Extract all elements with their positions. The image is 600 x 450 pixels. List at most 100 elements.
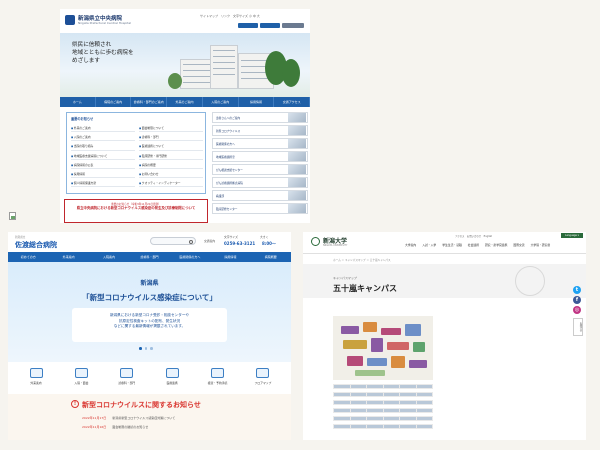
hours: 8:00〜 <box>262 241 276 246</box>
facebook-icon[interactable]: f <box>573 296 581 304</box>
list-item[interactable]: 地域医療支援病院について <box>71 152 135 160</box>
nav-item[interactable]: 社会連携 <box>468 243 479 247</box>
slider-dot[interactable] <box>144 347 147 350</box>
nav-item[interactable]: 診療科・部門のご案内 <box>131 97 168 107</box>
search-input[interactable] <box>150 237 196 245</box>
side-link[interactable]: 臨床研修センター <box>212 203 308 214</box>
university-site-screenshot: 新潟大学 NIIGATA UNIVERSITY アクセス お問い合わせ Engl… <box>303 232 586 440</box>
list-item[interactable]: クオリティ・インディケーター <box>139 179 203 188</box>
phone-number[interactable]: 0259-63-3121 <box>224 241 255 246</box>
quick-link[interactable]: 検査・予約手続 <box>200 368 236 385</box>
news-item[interactable]: 2022年11月16日 面会制限の継続のお知らせ <box>82 425 148 429</box>
hospital-site-screenshot-sado: 新潟県立 佐渡総合病院 交通案内 文字サイズ 0259-63-3121 大きく … <box>8 232 291 440</box>
quick-link[interactable]: 医療連携 <box>154 368 190 385</box>
site-header: 新潟県立中央病院 Niigata Prefectural Central Hos… <box>60 9 310 33</box>
search-icon[interactable] <box>189 239 193 244</box>
hero-message: 県民に信頼され 地域とともに歩む病院を めざします <box>72 42 134 64</box>
list-item[interactable]: 面会制限について <box>139 124 203 133</box>
nav-item[interactable]: 大学院・研究者 <box>531 243 551 247</box>
map-legend-row <box>333 400 433 405</box>
site-subtitle: Niigata Prefectural Central Hospital <box>78 21 131 25</box>
hero-description: 新潟県における新型コロナ受診・相談センターや 抗原定性検査キットの配布、発生状況… <box>72 308 227 342</box>
util-button-2[interactable] <box>260 23 280 28</box>
nav-item[interactable]: 医療関係の方へ <box>170 252 210 262</box>
font-size-large[interactable]: 大きく <box>260 235 268 239</box>
quick-link[interactable]: フロアマップ <box>245 368 281 385</box>
list-item[interactable]: お問い合わせ <box>139 170 203 179</box>
nav-item[interactable]: 外来のご案内 <box>167 97 203 107</box>
link-grid: 外来のご案内 面会制限について 入院のご案内 診療科・部門 当院の取り組み 医療… <box>71 124 203 188</box>
list-item[interactable]: 医療連携について <box>139 142 203 151</box>
slider-dot[interactable] <box>150 347 153 350</box>
nav-item[interactable]: 診療科・部門 <box>129 252 169 262</box>
page-title: 五十嵐キャンパス <box>333 284 397 293</box>
list-item[interactable]: 採用情報 <box>71 170 135 179</box>
list-item[interactable]: 臨床研修・専門研修 <box>139 152 203 160</box>
twitter-icon[interactable]: t <box>573 286 581 294</box>
side-link[interactable]: 患者さんへのご案内 <box>212 112 308 123</box>
nav-item[interactable]: 学生生活・就職 <box>442 243 462 247</box>
department-icon <box>120 368 134 378</box>
list-item[interactable]: 診療科・部門 <box>139 133 203 142</box>
top-links[interactable]: サイトマップ リンク 文字サイズ 小 中 大 <box>200 14 260 18</box>
nav-item[interactable]: 入院のご案内 <box>203 97 239 107</box>
side-link[interactable]: 新型コロナウイルス <box>212 125 308 136</box>
top-links[interactable]: アクセス お問い合わせ English <box>455 234 492 238</box>
quick-link[interactable]: 診療科・部門 <box>109 368 145 385</box>
list-item[interactable]: 外来のご案内 <box>71 124 135 133</box>
hero-title: 「新型コロナウイルス感染症について」 <box>82 293 217 302</box>
list-item[interactable]: 病院情報の公表 <box>71 161 135 169</box>
exam-icon <box>211 368 225 378</box>
nav-item[interactable]: 病院のご案内 <box>96 97 132 107</box>
util-button-3[interactable] <box>282 23 304 28</box>
side-links: 患者さんへのご案内 新型コロナウイルス 医療関係の方へ 地域医療連携室 がん相談… <box>212 112 308 216</box>
side-link[interactable]: 看護部 <box>212 190 308 201</box>
side-link[interactable]: がん相談支援センター <box>212 164 308 175</box>
list-item[interactable]: 個人情報保護方針 <box>71 179 135 188</box>
quick-link[interactable]: 外来案内 <box>18 368 54 385</box>
nav-item[interactable]: 採用情報 <box>210 252 250 262</box>
site-logo[interactable]: 佐渡総合病院 <box>15 240 57 250</box>
important-info-box: 重要のお知らせ 外来のご案内 面会制限について 入院のご案内 診療科・部門 当院… <box>66 112 206 194</box>
quick-link[interactable]: 入院・面会 <box>63 368 99 385</box>
nav-item[interactable]: 入院案内 <box>89 252 129 262</box>
news-item[interactable]: 2022年11月17日 新潟県新型コロナウイルス感染症対策について <box>82 416 175 420</box>
nav-item[interactable]: 入試・入学 <box>422 243 436 247</box>
access-link[interactable]: 交通案内 <box>204 239 215 243</box>
hero-slider[interactable]: 新潟県 「新型コロナウイルス感染症について」 新潟県における新型コロナ受診・相談… <box>8 262 291 362</box>
hospital-site-screenshot-central: 新潟県立中央病院 Niigata Prefectural Central Hos… <box>60 9 310 223</box>
font-size-label: 文字サイズ <box>224 235 238 239</box>
side-link[interactable]: がん診療連携拠点病院 <box>212 177 308 188</box>
util-button-1[interactable] <box>238 23 258 28</box>
campus-map[interactable] <box>333 316 433 380</box>
logo-prefix: 新潟県立 <box>15 236 26 239</box>
nav-item[interactable]: 国際交流 <box>513 243 524 247</box>
nav-item[interactable]: 初めての方 <box>8 252 48 262</box>
slider-dot[interactable] <box>139 347 142 350</box>
list-item[interactable]: 入院のご案内 <box>71 133 135 142</box>
contact-side-tab[interactable]: お問合せ <box>573 318 583 336</box>
alert-icon: ! <box>71 400 79 408</box>
nav-item[interactable]: 採用情報 <box>239 97 275 107</box>
breadcrumb[interactable]: ホーム ＞ キャンパスマップ ＞ 五十嵐キャンパス <box>333 258 391 262</box>
hero-banner: 県民に信頼され 地域とともに歩む病院を めざします <box>60 33 310 97</box>
map-legend-row <box>333 416 433 421</box>
broken-image-icon <box>9 212 16 220</box>
list-item[interactable]: 当院の取り組み <box>71 142 135 151</box>
instagram-icon[interactable]: ◎ <box>573 306 581 314</box>
nav-item[interactable]: 交通アクセス <box>274 97 310 107</box>
list-item[interactable]: 病院の概要 <box>139 161 203 169</box>
nav-item[interactable]: ホーム <box>60 97 96 107</box>
nav-item[interactable]: 病院概要 <box>251 252 291 262</box>
notice-link[interactable]: 県立中央病院における新型コロナウイルス感染症の発生及び診療制限について <box>65 206 207 211</box>
nav-item[interactable]: 研究・産学官連携 <box>485 243 507 247</box>
nav-item[interactable]: 大学案内 <box>405 243 416 247</box>
map-legend-row <box>333 424 433 429</box>
covid-notice[interactable]: 重要のお知らせ（令和3年11月24日更新） 県立中央病院における新型コロナウイル… <box>64 199 208 223</box>
language-select[interactable]: Language ▾ <box>561 233 583 238</box>
side-link[interactable]: 地域医療連携室 <box>212 151 308 162</box>
side-link[interactable]: 医療関係の方へ <box>212 138 308 149</box>
nav-item[interactable]: 外来案内 <box>48 252 88 262</box>
university-crest-icon[interactable] <box>311 237 320 246</box>
hospital-logo-icon[interactable] <box>65 15 75 25</box>
